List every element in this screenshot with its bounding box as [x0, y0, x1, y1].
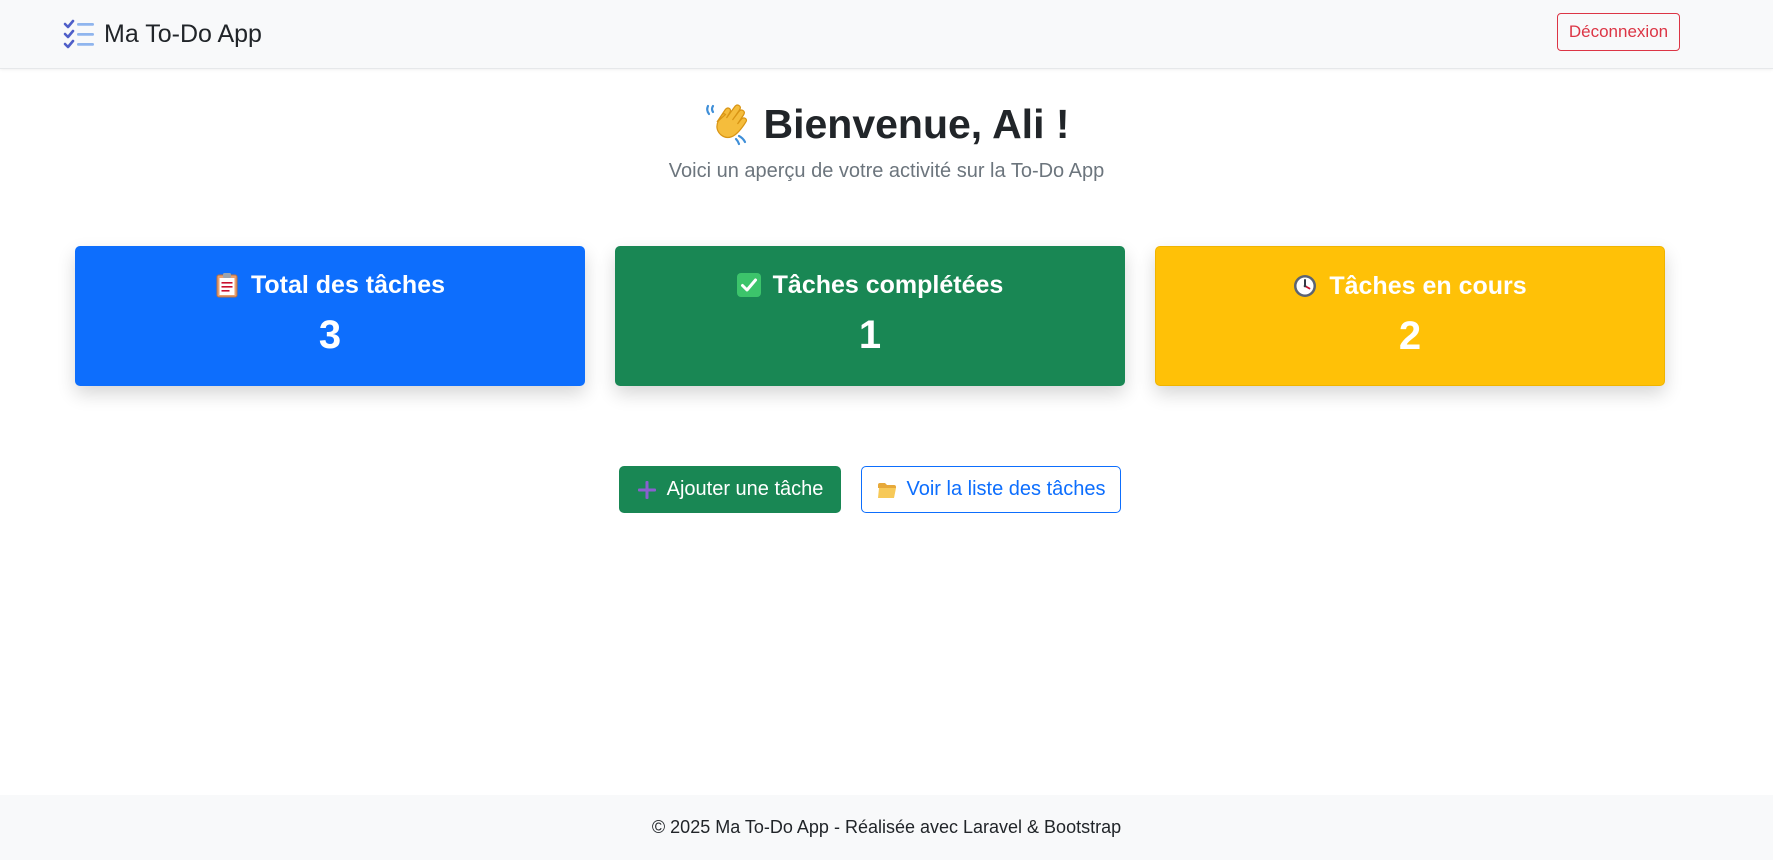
footer-text: © 2025 Ma To-Do App - Réalisée avec Lara… [651, 817, 1122, 837]
stat-label-total: Total des tâches [250, 271, 446, 299]
stat-card-completed: Tâches complétées 1 [615, 246, 1125, 386]
add-task-label: Ajouter une tâche [666, 478, 824, 500]
page-title: Bienvenue, Ali ! [0, 96, 1773, 152]
stat-card-total: Total des tâches 3 [75, 246, 585, 386]
folder-icon [877, 482, 896, 498]
footer: © 2025 Ma To-Do App - Réalisée avec Lara… [0, 795, 1773, 860]
stat-card-title: Total des tâches [75, 268, 585, 302]
waving-hand-icon [706, 104, 748, 146]
page-subtitle: Voici un aperçu de votre activité sur la… [668, 160, 1105, 182]
stat-value-in-progress: 2 [1398, 314, 1422, 358]
stat-label-in-progress: Tâches en cours [1329, 272, 1527, 300]
clipboard-icon [216, 273, 238, 298]
brand-link[interactable]: Ma To-Do App [62, 17, 262, 51]
stat-value-total: 3 [318, 313, 342, 357]
view-task-list-label: Voir la liste des tâches [906, 478, 1106, 500]
stat-value-completed: 1 [858, 313, 882, 357]
logout-button[interactable]: Déconnexion [1557, 13, 1680, 51]
view-task-list-button[interactable]: Voir la liste des tâches [861, 466, 1121, 513]
check-mark-icon [736, 273, 761, 297]
stat-label-completed: Tâches complétées [772, 271, 1004, 299]
clock-icon [1294, 275, 1317, 297]
stat-card-title: Tâches en cours [1156, 269, 1664, 303]
brand-name: Ma To-Do App [104, 19, 262, 48]
stat-card-title: Tâches complétées [615, 268, 1125, 302]
plus-icon [637, 480, 656, 499]
checklist-icon [63, 19, 94, 49]
stat-card-in-progress: Tâches en cours 2 [1155, 246, 1665, 386]
navbar: Ma To-Do App Déconnexion [0, 0, 1773, 69]
welcome-text: Bienvenue, Ali ! [763, 101, 1070, 147]
add-task-button[interactable]: Ajouter une tâche [619, 466, 841, 513]
